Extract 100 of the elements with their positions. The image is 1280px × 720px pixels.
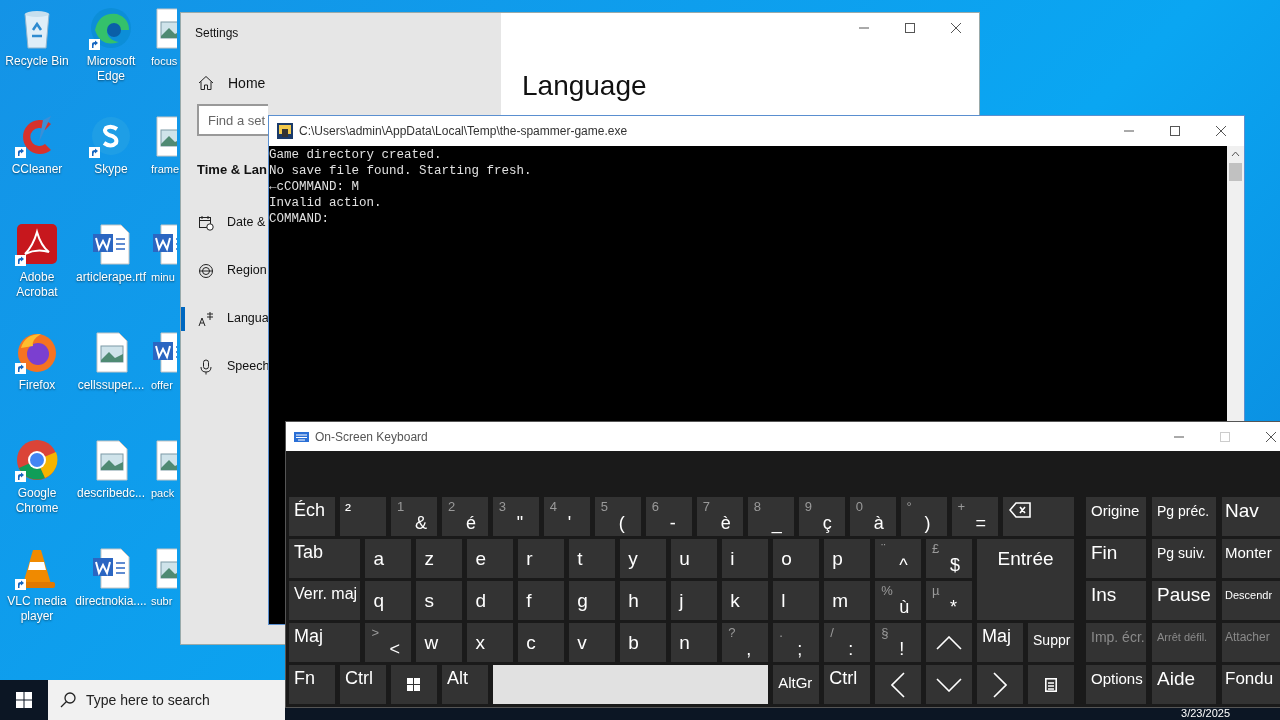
keyboard-key[interactable]: r <box>518 539 565 578</box>
keyboard-key[interactable]: 0 à <box>849 497 896 536</box>
console-line: Game directory created. <box>269 147 442 163</box>
keyboard-key[interactable] <box>390 665 437 704</box>
keyboard-key[interactable]: z <box>416 539 463 578</box>
keyboard-key[interactable]: Imp. écr. <box>1086 623 1146 662</box>
keyboard-key[interactable] <box>1028 665 1074 704</box>
keyboard-key[interactable]: 5 ( <box>594 497 641 536</box>
keyboard-key[interactable]: q <box>365 581 412 620</box>
keyboard-key[interactable]: g <box>569 581 616 620</box>
desktop-shortcut-icon[interactable] <box>15 438 59 482</box>
keyboard-key[interactable]: ² <box>339 497 386 536</box>
keyboard-key[interactable]: a <box>365 539 412 578</box>
keyboard-key[interactable]: > < <box>365 623 412 662</box>
nav-item[interactable]: Region <box>181 258 268 283</box>
keyboard-key[interactable]: Pg suiv. <box>1152 539 1216 578</box>
keyboard-key[interactable]: Verr. maj <box>289 581 361 620</box>
keyboard-key[interactable]: Arrêt défil. <box>1152 623 1216 662</box>
keyboard-key[interactable]: Aide <box>1152 665 1216 704</box>
keyboard-key[interactable]: Attacher <box>1222 623 1280 662</box>
keyboard-key[interactable]: µ * <box>926 581 973 620</box>
nav-item[interactable]: Home <box>181 71 271 95</box>
keyboard-key[interactable]: Fondu <box>1222 665 1280 704</box>
enter-key[interactable]: Entrée <box>977 539 1074 620</box>
taskbar-search-field[interactable]: Type here to search <box>48 680 285 720</box>
keyboard-key[interactable]: Tab <box>289 539 361 578</box>
keyboard-key[interactable] <box>926 665 973 704</box>
keyboard-key[interactable]: Fn <box>289 665 335 704</box>
desktop-shortcut-icon[interactable] <box>15 222 59 266</box>
keyboard-key[interactable]: Pg préc. <box>1152 497 1216 536</box>
backspace-key[interactable] <box>1002 497 1074 536</box>
key-shift-label: £ <box>932 541 940 556</box>
keyboard-key[interactable]: c <box>518 623 565 662</box>
keyboard-key[interactable]: ? , <box>722 623 769 662</box>
keyboard-key[interactable]: f <box>518 581 565 620</box>
keyboard-key[interactable]: £ $ <box>926 539 973 578</box>
search-icon <box>60 692 76 708</box>
keyboard-key[interactable]: p <box>824 539 871 578</box>
keyboard-key[interactable]: s <box>416 581 463 620</box>
keyboard-key[interactable]: Descendr <box>1222 581 1280 620</box>
search-field[interactable]: Find a set <box>197 104 268 136</box>
keyboard-key[interactable]: u <box>671 539 718 578</box>
keyboard-key[interactable]: l <box>773 581 820 620</box>
keyboard-key[interactable]: Ins <box>1086 581 1146 620</box>
keyboard-key[interactable]: w <box>416 623 463 662</box>
keyboard-key[interactable]: 1 & <box>390 497 437 536</box>
keyboard-key[interactable]: Alt <box>441 665 488 704</box>
keyboard-key[interactable]: 9 ç <box>798 497 845 536</box>
keyboard-key[interactable]: Options <box>1086 665 1146 704</box>
keyboard-key[interactable]: Pause <box>1152 581 1216 620</box>
keyboard-key[interactable] <box>926 623 973 662</box>
keyboard-key[interactable] <box>875 665 922 704</box>
key-shift-label: 9 <box>804 499 812 514</box>
keyboard-key[interactable]: 4 ' <box>543 497 590 536</box>
keyboard-key[interactable]: . ; <box>773 623 820 662</box>
keyboard-key[interactable]: h <box>620 581 667 620</box>
keyboard-key[interactable]: Éch <box>289 497 335 536</box>
keyboard-key[interactable]: Maj <box>289 623 361 662</box>
keyboard-key[interactable]: § ! <box>875 623 922 662</box>
nav-item[interactable]: Date & <box>181 210 268 235</box>
key-shift-label: ? <box>728 625 736 640</box>
keyboard-key[interactable]: AltGr <box>773 665 820 704</box>
keyboard-key[interactable]: Fin <box>1086 539 1146 578</box>
keyboard-key[interactable]: x <box>467 623 514 662</box>
keyboard-key[interactable]: i <box>722 539 769 578</box>
keyboard-key[interactable] <box>977 665 1024 704</box>
keyboard-key[interactable]: + = <box>951 497 998 536</box>
keyboard-key[interactable]: 2 é <box>441 497 488 536</box>
scroll-thumb[interactable] <box>1229 163 1242 181</box>
keyboard-key[interactable]: v <box>569 623 616 662</box>
keyboard-key[interactable]: 7 è <box>696 497 743 536</box>
keyboard-key[interactable]: b <box>620 623 667 662</box>
keyboard-key[interactable]: / : <box>824 623 871 662</box>
keyboard-key[interactable]: Nav <box>1222 497 1280 536</box>
desktop-shortcut-icon[interactable] <box>89 6 133 50</box>
keyboard-key[interactable]: Ctrl <box>824 665 871 704</box>
keyboard-key[interactable]: ° ) <box>900 497 947 536</box>
keyboard-key[interactable]: j <box>671 581 718 620</box>
keyboard-key[interactable]: Maj <box>977 623 1024 662</box>
nav-item[interactable]: Speech <box>181 354 268 379</box>
keyboard-key[interactable]: d <box>467 581 514 620</box>
keyboard-key[interactable]: k <box>722 581 769 620</box>
keyboard-key[interactable]: y <box>620 539 667 578</box>
keyboard-key[interactable]: o <box>773 539 820 578</box>
keyboard-key[interactable]: t <box>569 539 616 578</box>
keyboard-key[interactable]: 8 _ <box>747 497 794 536</box>
key-label: & <box>414 512 427 534</box>
clock-date: 3/23/2025 <box>1181 706 1230 720</box>
keyboard-key[interactable]: Monter <box>1222 539 1280 578</box>
keyboard-key[interactable]: Ctrl <box>339 665 386 704</box>
keyboard-key[interactable]: e <box>467 539 514 578</box>
keyboard-key[interactable]: m <box>824 581 871 620</box>
keyboard-key[interactable]: Origine <box>1086 497 1146 536</box>
keyboard-key[interactable]: % ù <box>875 581 922 620</box>
keyboard-key[interactable]: 3 " <box>492 497 539 536</box>
desktop-shortcut-icon[interactable] <box>89 114 133 158</box>
keyboard-key[interactable]: Suppr <box>1028 623 1074 662</box>
keyboard-key[interactable]: 6 - <box>645 497 692 536</box>
keyboard-key[interactable]: ¨ ^ <box>875 539 922 578</box>
keyboard-key[interactable]: n <box>671 623 718 662</box>
